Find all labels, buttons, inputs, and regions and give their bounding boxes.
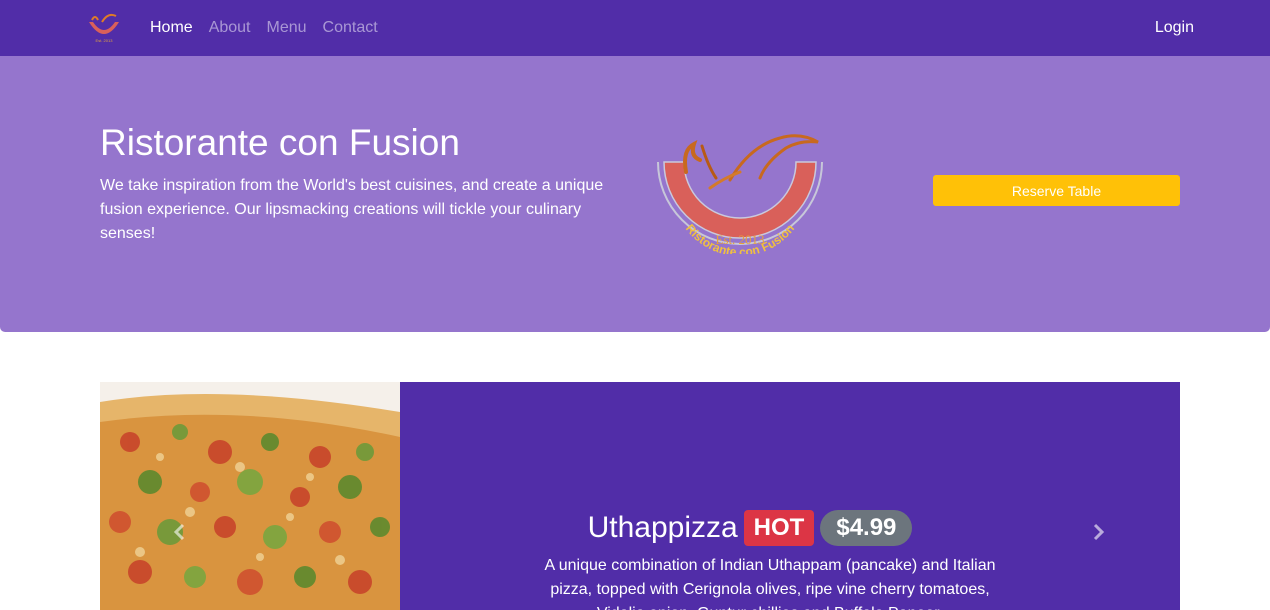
dish-name: Uthappizza — [587, 511, 738, 544]
logo-est-text: Est. 2013 — [715, 232, 764, 247]
dish-title: Uthappizza HOT $4.99 — [400, 506, 1100, 550]
nav-link-menu[interactable]: Menu — [267, 19, 307, 37]
jumbotron-title: Ristorante con Fusion — [100, 122, 460, 163]
dish-image — [100, 382, 400, 610]
restaurant-logo-image: Ristorante con Fusion Est. 2013 — [657, 134, 823, 254]
navbar: Est. 2013 Home About Menu Contact Login — [0, 0, 1270, 56]
svg-text:Est. 2013: Est. 2013 — [96, 38, 114, 43]
chevron-left-icon[interactable] — [170, 522, 190, 542]
jumbotron: Ristorante con Fusion We take inspiratio… — [0, 56, 1270, 332]
restaurant-logo-icon[interactable]: Est. 2013 — [84, 10, 124, 44]
reserve-table-button[interactable]: Reserve Table — [933, 175, 1180, 206]
price-badge: $4.99 — [820, 510, 913, 546]
login-link[interactable]: Login — [1155, 0, 1194, 56]
dish-description: A unique combination of Indian Uthappam … — [544, 557, 996, 610]
dish-carousel: Uthappizza HOT $4.99 A unique combinatio… — [100, 382, 1180, 610]
nav-link-contact[interactable]: Contact — [323, 19, 378, 37]
jumbotron-text: We take inspiration from the World's bes… — [100, 177, 604, 242]
nav-link-about[interactable]: About — [209, 19, 251, 37]
pizza-image — [100, 382, 400, 610]
nav-links: Home About Menu Contact — [150, 0, 378, 56]
hot-badge: HOT — [743, 510, 815, 546]
nav-link-home[interactable]: Home — [150, 19, 193, 37]
chevron-right-icon[interactable] — [1088, 522, 1108, 542]
